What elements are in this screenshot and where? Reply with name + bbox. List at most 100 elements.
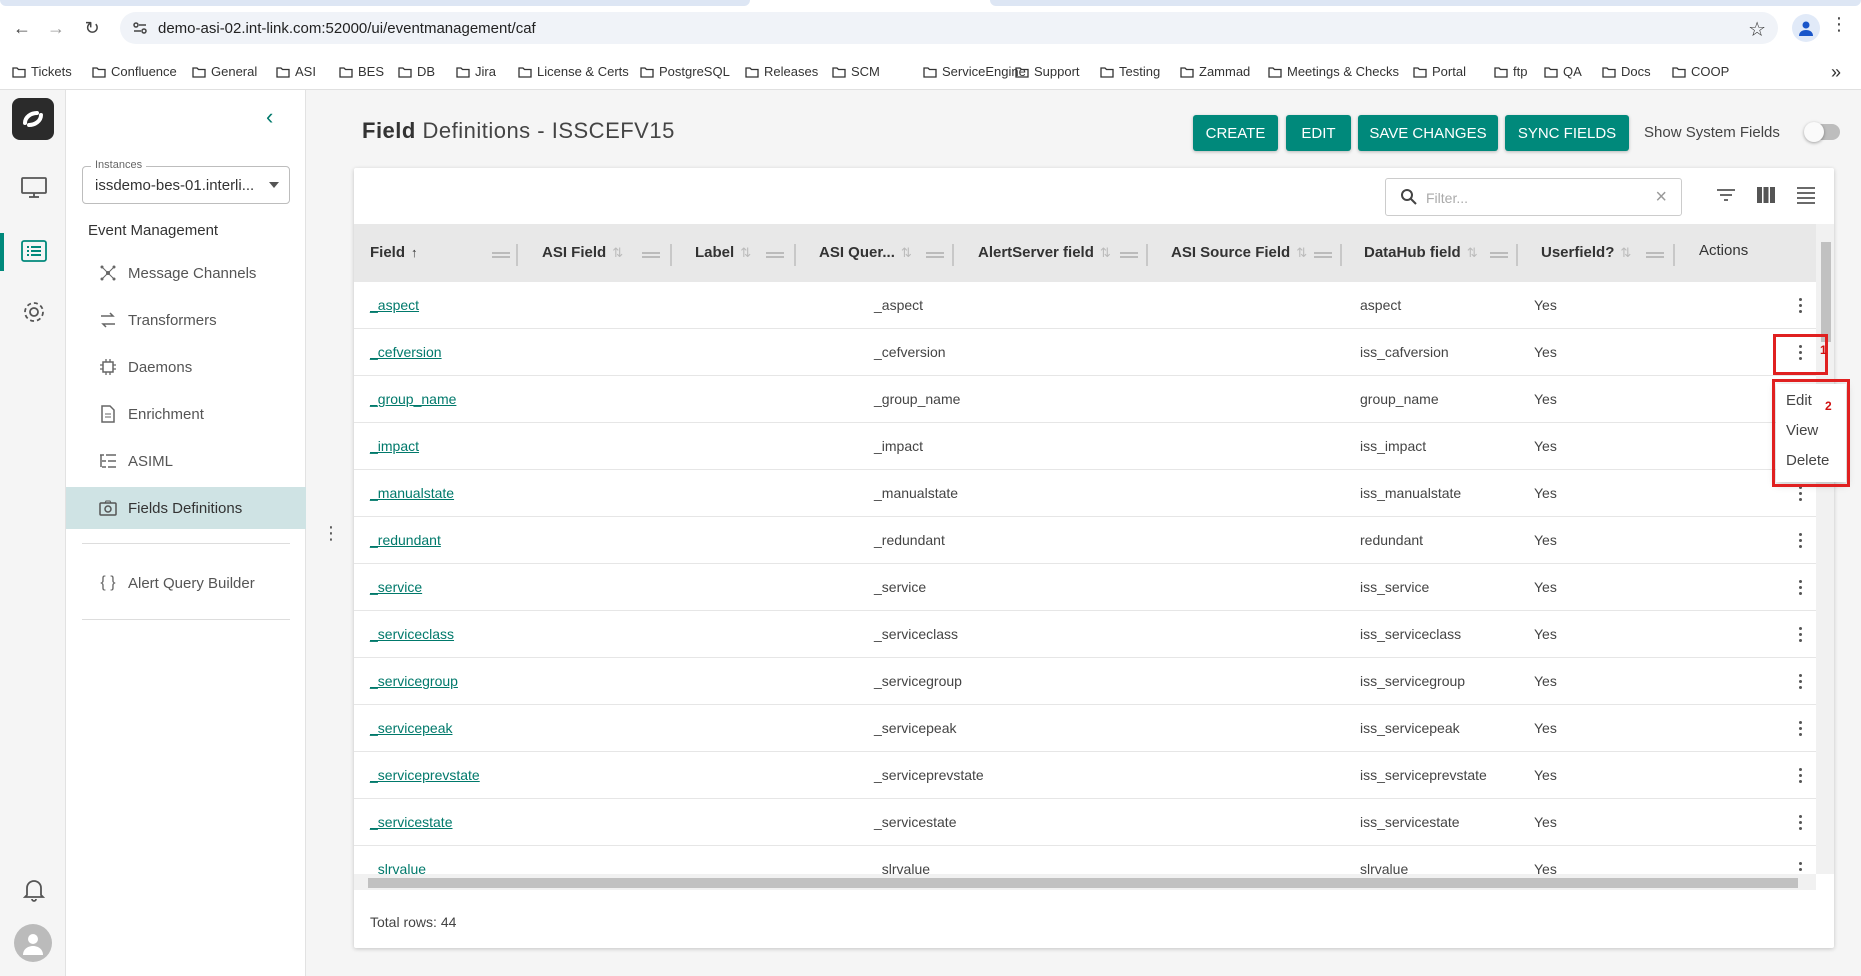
sidebar-item-transformers[interactable]: Transformers: [66, 300, 306, 340]
column-separator[interactable]: [1673, 244, 1675, 266]
column-separator[interactable]: [952, 244, 954, 266]
column-separator[interactable]: [1340, 244, 1342, 266]
filter-input[interactable]: Filter... ×: [1385, 178, 1682, 216]
table-row[interactable]: _service _service iss_service Yes: [354, 564, 1816, 611]
instances-select[interactable]: Instances issdemo-bes-01.interli...: [82, 159, 290, 204]
density-icon[interactable]: [1794, 183, 1818, 207]
sync-fields-button[interactable]: SYNC FIELDS: [1505, 115, 1629, 151]
clear-filter-icon[interactable]: ×: [1655, 186, 1667, 209]
table-row[interactable]: _impact _impact iss_impact Yes: [354, 423, 1816, 470]
sort-ascending-icon[interactable]: ↑: [411, 245, 418, 260]
settings-gear-icon[interactable]: [20, 298, 48, 326]
row-actions-kebab-icon[interactable]: [1790, 809, 1810, 835]
sidebar-item-alert-query-builder[interactable]: { } Alert Query Builder: [66, 563, 306, 603]
show-system-fields-toggle[interactable]: [1804, 122, 1840, 142]
column-menu-icon[interactable]: [1646, 252, 1664, 258]
monitor-icon[interactable]: [20, 174, 48, 202]
table-row[interactable]: _aspect _aspect aspect Yes: [354, 282, 1816, 329]
vertical-scrollbar[interactable]: [1816, 224, 1834, 874]
table-row[interactable]: _servicestate _servicestate iss_servicesta…: [354, 799, 1816, 846]
create-button[interactable]: CREATE: [1193, 115, 1278, 151]
bookmark-folder[interactable]: PostgreSQL: [640, 64, 730, 79]
sort-icon[interactable]: ⇅: [740, 245, 751, 261]
field-link[interactable]: _aspect: [370, 297, 419, 313]
field-link[interactable]: _slrvalue: [370, 861, 426, 874]
bookmark-folder[interactable]: General: [192, 64, 257, 79]
bookmark-folder[interactable]: Releases: [745, 64, 818, 79]
bookmark-folder[interactable]: Support: [1015, 64, 1080, 79]
forward-icon[interactable]: →: [44, 16, 68, 40]
column-menu-icon[interactable]: [926, 252, 944, 258]
table-row[interactable]: _servicepeak _servicepeak iss_servicepeak Y…: [354, 705, 1816, 752]
filter-lines-icon[interactable]: [1714, 183, 1738, 207]
table-row[interactable]: _slrvalue _slrvalue slrvalue Yes: [354, 846, 1816, 874]
column-header-asi-field[interactable]: ASI Field ⇅: [542, 244, 623, 261]
column-separator[interactable]: [516, 244, 518, 266]
row-actions-kebab-icon[interactable]: [1790, 292, 1810, 318]
row-actions-kebab-icon[interactable]: [1790, 574, 1810, 600]
bookmark-folder[interactable]: Zammad: [1180, 64, 1250, 79]
bookmark-folder[interactable]: License & Certs: [518, 64, 629, 79]
field-link[interactable]: _cefversion: [370, 344, 442, 360]
back-icon[interactable]: ←: [10, 16, 34, 40]
chevron-down-icon[interactable]: [269, 182, 279, 188]
bookmark-folder[interactable]: Confluence: [92, 64, 177, 79]
sidebar-item-message-channels[interactable]: Message Channels: [66, 253, 306, 293]
sort-icon[interactable]: ⇅: [1467, 245, 1478, 261]
app-logo[interactable]: [12, 98, 54, 140]
field-link[interactable]: _impact: [370, 438, 419, 454]
field-link[interactable]: _redundant: [370, 532, 441, 548]
bookmark-folder[interactable]: SCM: [832, 64, 880, 79]
horizontal-scroll-thumb[interactable]: [368, 878, 1798, 888]
sort-icon[interactable]: ⇅: [901, 245, 912, 261]
reload-icon[interactable]: ↻: [80, 16, 104, 40]
table-row[interactable]: _group_name _group_name group_name Yes: [354, 376, 1816, 423]
row-actions-kebab-icon[interactable]: [1790, 715, 1810, 741]
site-settings-icon[interactable]: [132, 20, 148, 36]
bookmark-folder[interactable]: BES: [339, 64, 384, 79]
columns-icon[interactable]: [1754, 183, 1778, 207]
field-link[interactable]: _manualstate: [370, 485, 454, 501]
instances-value[interactable]: issdemo-bes-01.interli...: [95, 177, 254, 194]
notifications-bell-icon[interactable]: [20, 876, 48, 904]
bookmark-folder[interactable]: QA: [1544, 64, 1582, 79]
sort-icon[interactable]: ⇅: [1620, 245, 1631, 261]
column-menu-icon[interactable]: [1490, 252, 1508, 258]
field-link[interactable]: _serviceprevstate: [370, 767, 480, 783]
row-actions-kebab-icon[interactable]: [1790, 621, 1810, 647]
profile-icon[interactable]: [1792, 14, 1820, 42]
bookmark-folder[interactable]: Meetings & Checks: [1268, 64, 1399, 79]
column-header-datahub-field[interactable]: DataHub field ⇅: [1364, 244, 1478, 261]
bookmark-folder[interactable]: Docs: [1602, 64, 1651, 79]
address-bar[interactable]: demo-asi-02.int-link.com:52000/ui/eventm…: [120, 12, 1778, 44]
save-changes-button[interactable]: SAVE CHANGES: [1358, 115, 1498, 151]
sidebar-item-fields-definitions[interactable]: Fields Definitions: [66, 487, 306, 529]
bookmark-folder[interactable]: DB: [398, 64, 435, 79]
field-link[interactable]: _service: [370, 579, 422, 595]
browser-menu-icon[interactable]: ⋮: [1830, 14, 1848, 35]
column-separator[interactable]: [1516, 244, 1518, 266]
bookmark-folder[interactable]: Portal: [1413, 64, 1466, 79]
table-row[interactable]: _cefversion _cefversion iss_cafversion Yes: [354, 329, 1816, 376]
bookmark-folder[interactable]: ASI: [276, 64, 316, 79]
column-menu-icon[interactable]: [642, 252, 660, 258]
column-header-label[interactable]: Label ⇅: [695, 244, 751, 261]
bookmark-folder[interactable]: COOP: [1672, 64, 1729, 79]
table-row[interactable]: _servicegroup _servicegroup iss_servicegro…: [354, 658, 1816, 705]
row-actions-kebab-icon[interactable]: [1790, 856, 1810, 874]
column-separator[interactable]: [1146, 244, 1148, 266]
horizontal-scrollbar[interactable]: [354, 874, 1816, 890]
sort-icon[interactable]: ⇅: [612, 245, 623, 261]
user-avatar-icon[interactable]: [14, 924, 52, 962]
bookmark-folder[interactable]: Jira: [456, 64, 496, 79]
sort-icon[interactable]: ⇅: [1100, 245, 1111, 261]
collapse-sidebar-icon[interactable]: ‹: [266, 104, 273, 130]
more-bookmarks-icon[interactable]: »: [1831, 62, 1841, 83]
column-menu-icon[interactable]: [1314, 252, 1332, 258]
column-menu-icon[interactable]: [492, 252, 510, 258]
bookmark-folder[interactable]: ServiceEngine: [923, 64, 1026, 79]
table-row[interactable]: _serviceprevstate _serviceprevstate iss_se…: [354, 752, 1816, 799]
url-text[interactable]: demo-asi-02.int-link.com:52000/ui/eventm…: [158, 20, 536, 37]
column-separator[interactable]: [670, 244, 672, 266]
field-link[interactable]: _servicegroup: [370, 673, 458, 689]
